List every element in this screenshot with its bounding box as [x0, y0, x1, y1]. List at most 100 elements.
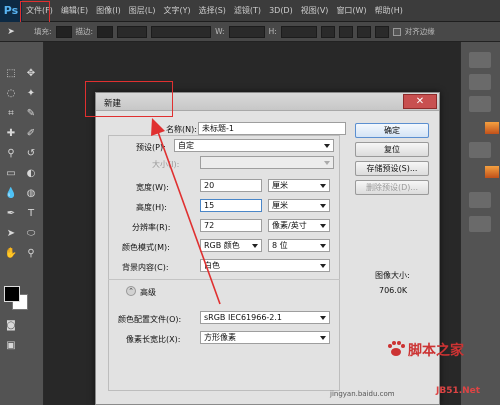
- advanced-divider: [108, 279, 340, 280]
- menu-edit[interactable]: 编辑(E): [57, 5, 92, 16]
- color-mode-label: 颜色模式(M):: [122, 243, 170, 252]
- resolution-input[interactable]: 72: [200, 219, 262, 232]
- zoom-tool-icon[interactable]: ⚲: [22, 244, 40, 262]
- menu-bar: Ps 文件(F) 编辑(E) 图像(I) 图层(L) 文字(Y) 选择(S) 滤…: [0, 0, 500, 22]
- menu-filter[interactable]: 滤镜(T): [230, 5, 265, 16]
- height-input[interactable]: 15: [200, 199, 262, 212]
- name-label: 名称(N):: [166, 125, 197, 134]
- path-ops-button[interactable]: [320, 25, 335, 38]
- width-label: 宽度(W):: [136, 183, 169, 192]
- close-icon[interactable]: ✕: [403, 94, 437, 109]
- advanced-label[interactable]: 高级: [140, 287, 156, 298]
- watermark-url: jingyan.baidu.com: [330, 390, 395, 398]
- stroke-style-select[interactable]: [151, 25, 212, 38]
- delete-preset-button: 删除预设(D)...: [355, 180, 429, 195]
- align-edges-checkbox[interactable]: [392, 27, 401, 36]
- preset-select[interactable]: 自定: [174, 139, 334, 152]
- color-mode-select[interactable]: RGB 颜色: [200, 239, 262, 252]
- blur-tool-icon[interactable]: 💧: [2, 184, 20, 202]
- menu-window[interactable]: 窗口(W): [332, 5, 370, 16]
- image-size-value: 706.0K: [379, 286, 408, 295]
- h-field[interactable]: [280, 25, 317, 38]
- pixel-aspect-value: 方形像素: [204, 333, 236, 342]
- menu-3d[interactable]: 3D(D): [265, 6, 297, 15]
- background-select[interactable]: 白色: [200, 259, 330, 272]
- menu-type[interactable]: 文字(Y): [159, 5, 194, 16]
- gradient-thumb-icon[interactable]: [485, 166, 499, 178]
- layers-panel-icon[interactable]: [469, 142, 491, 158]
- lasso-tool-icon[interactable]: ◌: [2, 84, 20, 102]
- chevron-up-icon[interactable]: ⌃: [126, 286, 136, 296]
- tools-panel: ⬚ ✥ ◌ ✦ ⌗ ✎ ✚ ✐ ⚲ ↺ ▭ ◐ 💧 ◍ ✒ T ➤ ⬭ ✋ ⚲ …: [0, 42, 44, 405]
- hand-tool-icon[interactable]: ✋: [2, 244, 20, 262]
- arrow-tool-icon[interactable]: ➤: [6, 27, 16, 37]
- foreground-color-swatch[interactable]: [4, 286, 20, 302]
- menu-select[interactable]: 选择(S): [195, 5, 230, 16]
- stroke-swatch[interactable]: [97, 25, 114, 38]
- shape-tool-icon[interactable]: ⬭: [22, 224, 40, 242]
- path-align-button[interactable]: [338, 25, 353, 38]
- color-profile-value: sRGB IEC61966-2.1: [204, 313, 283, 322]
- eraser-icon[interactable]: ▭: [2, 164, 20, 182]
- stroke-width-field[interactable]: [117, 25, 148, 38]
- pixel-aspect-label: 像素长宽比(X):: [126, 335, 181, 344]
- history-brush-icon[interactable]: ↺: [22, 144, 40, 162]
- image-size-label: 图像大小:: [375, 271, 410, 280]
- resolution-label: 分辨率(R):: [132, 223, 171, 232]
- move-tool-icon[interactable]: ✥: [22, 64, 40, 82]
- bit-depth-value: 8 位: [272, 241, 288, 250]
- watermark-paw-icon: [388, 341, 405, 356]
- pen-tool-icon[interactable]: ✒: [2, 204, 20, 222]
- width-input[interactable]: 20: [200, 179, 262, 192]
- magic-wand-icon[interactable]: ✦: [22, 84, 40, 102]
- paint-bucket-icon[interactable]: ◐: [22, 164, 40, 182]
- brush-tool-icon[interactable]: ✐: [22, 124, 40, 142]
- stroke-label: 描边:: [75, 27, 94, 36]
- width-unit: 厘米: [272, 181, 288, 190]
- eyedropper-icon[interactable]: ✎: [22, 104, 40, 122]
- height-unit-select[interactable]: 厘米: [268, 199, 330, 212]
- path-select-icon[interactable]: ➤: [2, 224, 20, 242]
- gear-icon[interactable]: [374, 25, 389, 38]
- healing-brush-icon[interactable]: ✚: [2, 124, 20, 142]
- resolution-unit-select[interactable]: 像素/英寸: [268, 219, 330, 232]
- menu-image[interactable]: 图像(I): [92, 5, 125, 16]
- name-input[interactable]: 未标题-1: [198, 122, 346, 135]
- type-tool-icon[interactable]: T: [22, 204, 40, 222]
- align-edges-label: 对齐边缘: [404, 27, 435, 36]
- watermark-brand: 脚本之家: [408, 343, 464, 359]
- history-panel-icon[interactable]: [469, 52, 491, 68]
- save-preset-button[interactable]: 存储预设(S)...: [355, 161, 429, 176]
- paths-panel-icon[interactable]: [469, 216, 491, 232]
- ok-button[interactable]: 确定: [355, 123, 429, 138]
- menu-layer[interactable]: 图层(L): [125, 5, 160, 16]
- info-panel-icon[interactable]: [469, 96, 491, 112]
- menu-help[interactable]: 帮助(H): [371, 5, 407, 16]
- quick-mask-icon[interactable]: ◙: [2, 316, 20, 334]
- pixel-aspect-select[interactable]: 方形像素: [200, 331, 330, 344]
- screen-mode-icon[interactable]: ▣: [2, 336, 20, 354]
- properties-panel-icon[interactable]: [469, 74, 491, 90]
- menu-view[interactable]: 视图(V): [297, 5, 333, 16]
- swatch-thumb-icon[interactable]: [485, 122, 499, 134]
- reset-button[interactable]: 复位: [355, 142, 429, 157]
- color-mode-value: RGB 颜色: [204, 241, 240, 250]
- size-label: 大小(I):: [152, 160, 180, 169]
- bit-depth-select[interactable]: 8 位: [268, 239, 330, 252]
- new-document-dialog: 新建 ✕ 名称(N): 未标题-1 预设(P): 自定 大小(I): 宽度(W)…: [95, 92, 440, 405]
- marquee-tool-icon[interactable]: ⬚: [2, 64, 20, 82]
- channels-panel-icon[interactable]: [469, 192, 491, 208]
- dialog-title-highlight: [85, 81, 173, 117]
- w-field[interactable]: [228, 25, 265, 38]
- crop-tool-icon[interactable]: ⌗: [2, 104, 20, 122]
- color-profile-select[interactable]: sRGB IEC61966-2.1: [200, 311, 330, 324]
- dodge-tool-icon[interactable]: ◍: [22, 184, 40, 202]
- path-arrange-button[interactable]: [356, 25, 371, 38]
- fill-swatch[interactable]: [55, 25, 72, 38]
- options-bar: ➤ 填充: 描边: W: H: 对齐边缘: [0, 22, 500, 42]
- height-label: 高度(H):: [136, 203, 167, 212]
- width-unit-select[interactable]: 厘米: [268, 179, 330, 192]
- height-unit: 厘米: [272, 201, 288, 210]
- background-label: 背景内容(C):: [122, 263, 169, 272]
- clone-stamp-icon[interactable]: ⚲: [2, 144, 20, 162]
